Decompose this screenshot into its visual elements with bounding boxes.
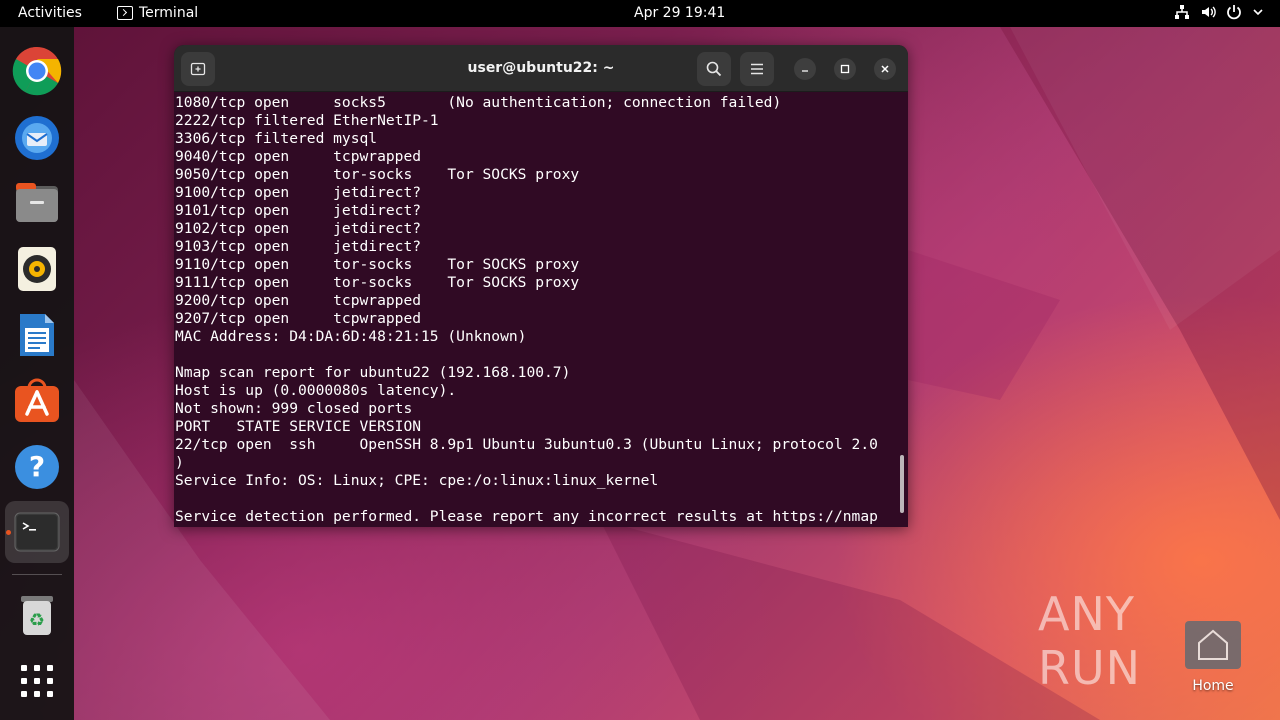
show-apps-icon[interactable]: [12, 656, 62, 706]
close-button[interactable]: [874, 58, 896, 80]
terminal-line: ): [175, 454, 184, 471]
terminal-scrollbar[interactable]: [900, 455, 904, 513]
volume-icon: [1200, 4, 1216, 20]
chevron-down-icon: [1252, 4, 1268, 20]
terminal-line: 1080/tcp open socks5 (No authentication;…: [175, 94, 782, 111]
libreoffice-writer-icon[interactable]: [12, 310, 62, 360]
running-indicator: [6, 530, 11, 535]
network-icon: [1174, 4, 1190, 20]
top-bar: Activities Terminal Apr 29 19:41: [0, 0, 1280, 27]
help-icon[interactable]: ?: [12, 442, 62, 492]
terminal-line: PORT STATE SERVICE VERSION: [175, 418, 422, 435]
terminal-line: 9111/tcp open tor-socks Tor SOCKS proxy: [175, 274, 580, 291]
svg-text:♻: ♻: [29, 610, 45, 631]
terminal-line: 2222/tcp filtered EtherNetIP-1: [175, 112, 439, 129]
menu-button[interactable]: [740, 52, 774, 86]
terminal-line: 9100/tcp open jetdirect?: [175, 184, 422, 201]
terminal-titlebar[interactable]: user@ubuntu22: ~: [174, 45, 908, 92]
hamburger-icon: [751, 63, 763, 75]
terminal-icon[interactable]: [12, 507, 62, 557]
dock: ? ♻: [0, 27, 74, 720]
close-icon: [881, 65, 889, 73]
minimize-icon: [802, 70, 808, 72]
minimize-button[interactable]: [794, 58, 816, 80]
maximize-icon: [840, 64, 850, 74]
terminal-small-icon: [117, 6, 133, 20]
terminal-line: 9207/tcp open tcpwrapped: [175, 310, 422, 327]
terminal-line: 22/tcp open ssh OpenSSH 8.9p1 Ubuntu 3ub…: [175, 436, 878, 453]
activities-button[interactable]: Activities: [18, 5, 82, 21]
terminal-line: 9103/tcp open jetdirect?: [175, 238, 422, 255]
terminal-line: 9040/tcp open tcpwrapped: [175, 148, 422, 165]
search-icon: [706, 61, 722, 77]
terminal-window: user@ubuntu22: ~ 1080/tcp open socks5 (N…: [174, 45, 908, 527]
terminal-line: 9102/tcp open jetdirect?: [175, 220, 422, 237]
terminal-line: 9200/tcp open tcpwrapped: [175, 292, 422, 309]
power-icon: [1226, 4, 1242, 20]
maximize-button[interactable]: [834, 58, 856, 80]
app-menu-label: Terminal: [139, 5, 199, 21]
terminal-line: 9110/tcp open tor-socks Tor SOCKS proxy: [175, 256, 580, 273]
app-center-icon[interactable]: [12, 376, 62, 426]
terminal-line: Not shown: 999 closed ports: [175, 400, 413, 417]
thunderbird-icon[interactable]: [12, 112, 62, 162]
terminal-output[interactable]: 1080/tcp open socks5 (No authentication;…: [175, 94, 895, 527]
terminal-line: Service Info: OS: Linux; CPE: cpe:/o:lin…: [175, 472, 659, 489]
search-button[interactable]: [697, 52, 731, 86]
clock[interactable]: Apr 29 19:41: [634, 5, 725, 21]
trash-icon[interactable]: ♻: [12, 590, 62, 640]
files-icon[interactable]: [12, 178, 62, 228]
dock-separator: [12, 574, 62, 575]
terminal-line: 9050/tcp open tor-socks Tor SOCKS proxy: [175, 166, 580, 183]
terminal-line: MAC Address: D4:DA:6D:48:21:15 (Unknown): [175, 328, 527, 345]
svg-text:?: ?: [29, 450, 45, 483]
terminal-line: Host is up (0.0000080s latency).: [175, 382, 457, 399]
terminal-line: 3306/tcp filtered mysql: [175, 130, 378, 147]
chrome-icon[interactable]: [12, 46, 62, 96]
anyrun-watermark: ANY RUN: [1038, 587, 1142, 695]
system-menu[interactable]: [1174, 4, 1268, 20]
app-menu[interactable]: Terminal: [117, 5, 198, 21]
terminal-line: Service detection performed. Please repo…: [175, 508, 878, 525]
rhythmbox-icon[interactable]: [12, 244, 62, 294]
terminal-line: 9101/tcp open jetdirect?: [175, 202, 422, 219]
terminal-line: Nmap scan report for ubuntu22 (192.168.1…: [175, 364, 571, 381]
